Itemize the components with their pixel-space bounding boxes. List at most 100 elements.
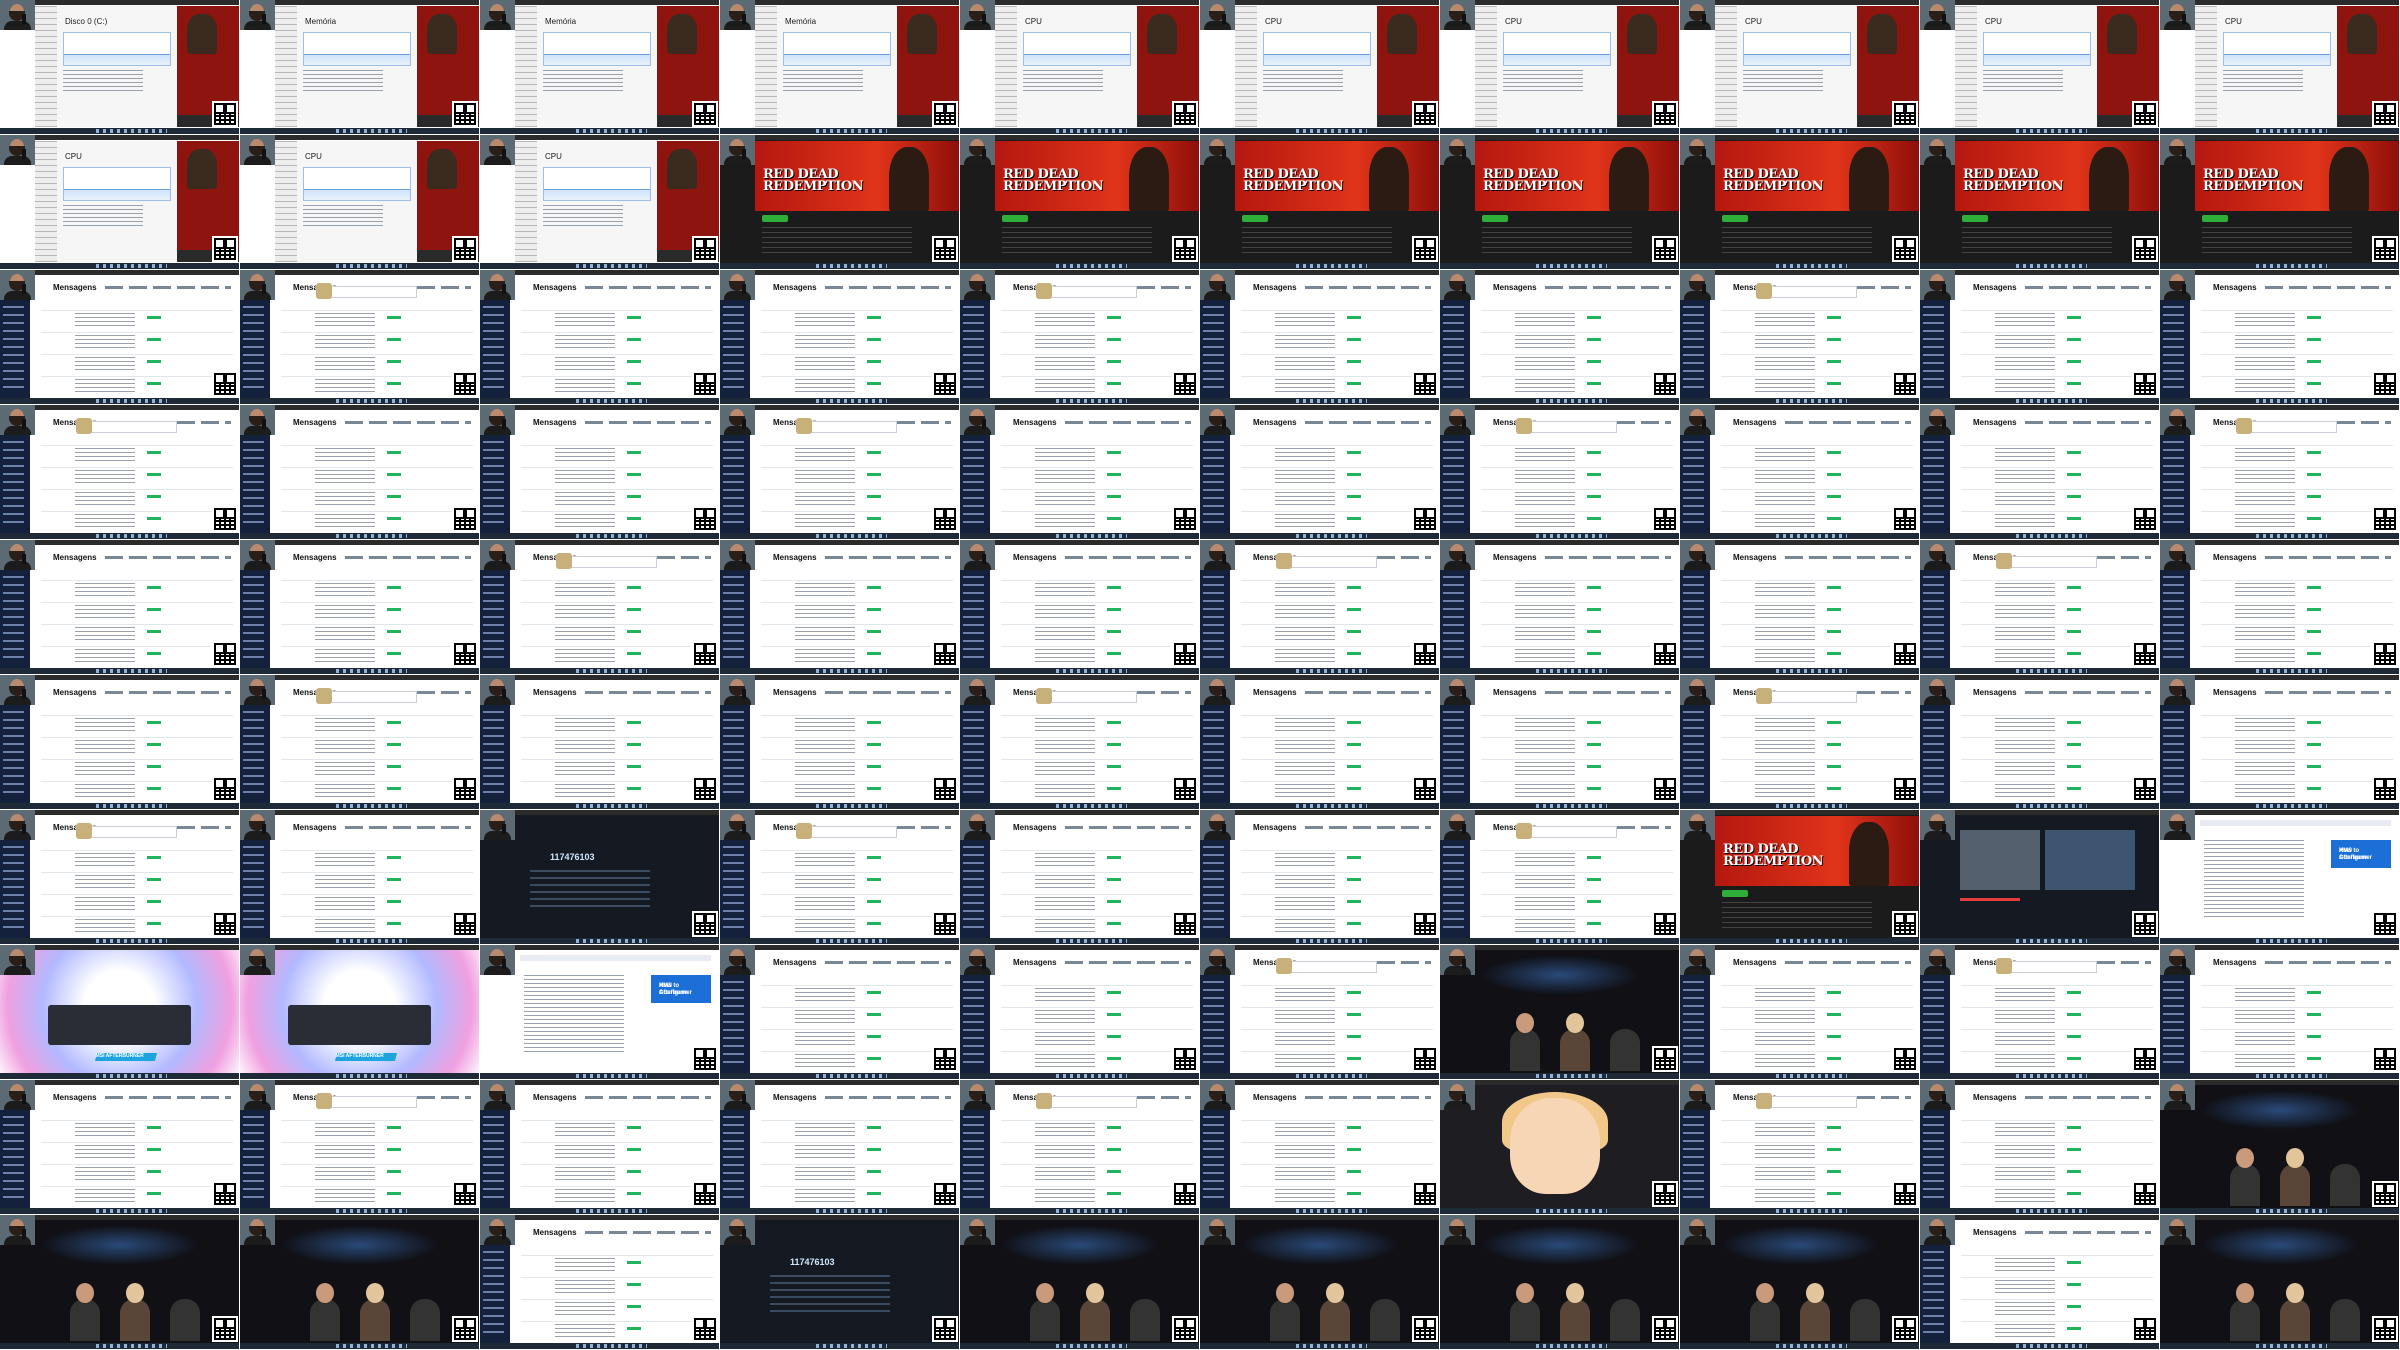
message-row[interactable] [41, 781, 233, 782]
message-row[interactable] [1961, 715, 2153, 716]
browser-tab-bar[interactable] [960, 405, 1199, 410]
message-row[interactable] [1001, 602, 1193, 603]
top-nav[interactable] [585, 1096, 711, 1099]
message-row[interactable] [761, 467, 953, 468]
sidebar[interactable] [960, 570, 990, 668]
message-row[interactable] [41, 467, 233, 468]
sidebar[interactable] [480, 1245, 510, 1343]
message-row[interactable] [1241, 511, 1433, 512]
article-card[interactable]: How to Configure XMS Afterburner [651, 975, 711, 1003]
browser-tab-bar[interactable] [240, 810, 479, 815]
message-row[interactable] [1241, 985, 1433, 986]
taskbar[interactable] [1440, 128, 1679, 134]
message-row[interactable] [41, 894, 233, 895]
browser-tab-bar[interactable] [1440, 1215, 1679, 1220]
message-row[interactable] [1721, 1142, 1913, 1143]
message-row[interactable] [2201, 511, 2393, 512]
browser-tab-bar[interactable] [480, 0, 719, 5]
browser-tab-bar[interactable] [1680, 1080, 1919, 1085]
message-row[interactable] [1721, 624, 1913, 625]
taskbar[interactable] [1200, 128, 1439, 134]
browser-tab-bar[interactable] [480, 135, 719, 140]
message-row[interactable] [521, 376, 713, 377]
browser-tab-bar[interactable] [1200, 540, 1439, 545]
message-row[interactable] [1961, 646, 2153, 647]
message-row[interactable] [41, 872, 233, 873]
message-row[interactable] [1001, 624, 1193, 625]
taskbar[interactable] [1200, 1343, 1439, 1349]
sidebar[interactable] [2160, 300, 2190, 398]
sidebar[interactable] [720, 435, 750, 533]
taskbar[interactable] [0, 128, 239, 134]
taskbar[interactable] [1200, 803, 1439, 809]
browser-tab-bar[interactable] [2160, 540, 2399, 545]
message-row[interactable] [1961, 1299, 2153, 1300]
message-row[interactable] [1961, 511, 2153, 512]
message-row[interactable] [761, 1029, 953, 1030]
browser-tab-bar[interactable] [0, 540, 239, 545]
browser-tab-bar[interactable] [240, 0, 479, 5]
sidebar[interactable] [1680, 435, 1710, 533]
browser-tab-bar[interactable] [1440, 945, 1679, 950]
top-nav[interactable] [585, 286, 711, 289]
browser-tab-bar[interactable] [720, 810, 959, 815]
browser-tab-bar[interactable] [240, 1080, 479, 1085]
taskbar[interactable] [1200, 668, 1439, 674]
taskbar[interactable] [480, 533, 719, 539]
browser-tab-bar[interactable] [0, 945, 239, 950]
message-row[interactable] [41, 332, 233, 333]
message-row[interactable] [41, 646, 233, 647]
sidebar[interactable] [1200, 435, 1230, 533]
browser-tab-bar[interactable] [2160, 135, 2399, 140]
message-row[interactable] [41, 737, 233, 738]
message-row[interactable] [281, 354, 473, 355]
browser-tab-bar[interactable] [960, 810, 1199, 815]
message-row[interactable] [1961, 1164, 2153, 1165]
message-row[interactable] [1001, 759, 1193, 760]
taskbar[interactable] [1920, 668, 2159, 674]
browser-tab-bar[interactable] [1920, 1080, 2159, 1085]
sidebar[interactable] [1920, 1110, 1950, 1208]
message-row[interactable] [1001, 1186, 1193, 1187]
message-row[interactable] [521, 1277, 713, 1278]
taskbar[interactable] [1680, 398, 1919, 404]
taskbar[interactable] [960, 1208, 1199, 1214]
top-nav[interactable] [585, 421, 711, 424]
message-row[interactable] [1241, 1142, 1433, 1143]
message-row[interactable] [1241, 781, 1433, 782]
taskbar[interactable] [0, 1208, 239, 1214]
taskbar[interactable] [2160, 128, 2399, 134]
browser-tab-bar[interactable] [960, 540, 1199, 545]
message-row[interactable] [1721, 332, 1913, 333]
browser-tab-bar[interactable] [720, 945, 959, 950]
message-row[interactable] [1481, 354, 1673, 355]
taskbar[interactable] [0, 668, 239, 674]
message-row[interactable] [1001, 376, 1193, 377]
message-row[interactable] [521, 1299, 713, 1300]
message-row[interactable] [1961, 759, 2153, 760]
taskbar[interactable] [960, 128, 1199, 134]
browser-tab-bar[interactable] [0, 405, 239, 410]
taskbar[interactable] [720, 1073, 959, 1079]
message-row[interactable] [1721, 1186, 1913, 1187]
taskbar[interactable] [1440, 398, 1679, 404]
message-row[interactable] [1241, 1164, 1433, 1165]
taskbar[interactable] [960, 938, 1199, 944]
taskbar[interactable] [720, 938, 959, 944]
sidebar[interactable] [720, 975, 750, 1073]
message-row[interactable] [1481, 715, 1673, 716]
top-nav[interactable] [105, 286, 231, 289]
message-row[interactable] [2201, 354, 2393, 355]
message-row[interactable] [1241, 445, 1433, 446]
browser-tab-bar[interactable] [0, 1080, 239, 1085]
top-nav[interactable] [1065, 421, 1191, 424]
top-nav[interactable] [105, 556, 231, 559]
message-row[interactable] [1961, 1186, 2153, 1187]
browser-tab-bar[interactable] [1200, 405, 1439, 410]
taskbar[interactable] [1680, 263, 1919, 269]
sidebar[interactable] [1920, 1245, 1950, 1343]
message-row[interactable] [761, 445, 953, 446]
message-row[interactable] [761, 759, 953, 760]
top-nav[interactable] [825, 556, 951, 559]
message-row[interactable] [1481, 916, 1673, 917]
